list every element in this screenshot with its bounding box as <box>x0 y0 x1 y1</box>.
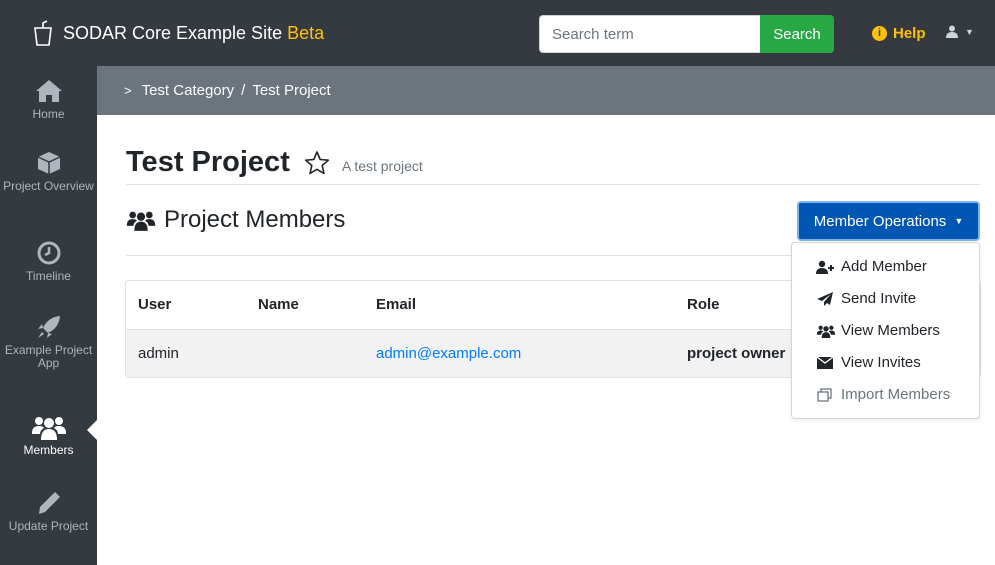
sidebar-item-label: Home <box>32 107 65 121</box>
page-title: Test Project <box>126 146 290 178</box>
breadcrumb-project[interactable]: Test Project <box>252 82 330 99</box>
menu-item-label: Add Member <box>841 258 927 275</box>
sidebar-item-label: Project Overview <box>3 179 94 193</box>
column-header-name: Name <box>258 296 299 313</box>
breadcrumb: > Test Category / Test Project <box>124 82 331 99</box>
breadcrumb-separator: / <box>241 82 246 99</box>
user-plus-icon <box>816 260 834 274</box>
project-description: A test project <box>341 157 423 174</box>
member-operations-button[interactable]: Member Operations ▼ <box>797 201 980 241</box>
info-icon: i <box>872 26 887 41</box>
column-header-role: Role <box>687 296 720 313</box>
sidebar-item-timeline[interactable]: Timeline <box>0 240 97 283</box>
menu-item-view-members[interactable]: View Members <box>816 322 940 339</box>
sidebar-item-label: Timeline <box>26 269 71 283</box>
top-navbar: SODAR Core Example Site Beta Search i He… <box>0 0 995 66</box>
column-header-user: User <box>138 296 172 313</box>
menu-item-view-invites[interactable]: View Invites <box>816 354 921 371</box>
cell-user: admin <box>138 345 179 362</box>
caret-down-icon: ▼ <box>965 26 974 37</box>
site-title: SODAR Core Example Site <box>63 22 283 43</box>
menu-item-label: Send Invite <box>841 290 917 307</box>
divider <box>126 184 980 185</box>
page-header: Test Project A test project <box>126 146 423 179</box>
help-link[interactable]: i Help <box>872 25 926 42</box>
users-icon <box>816 325 836 338</box>
search-input[interactable] <box>539 15 760 53</box>
home-icon <box>35 80 62 102</box>
sidebar: Home Project Overview Timeline Example P… <box>0 66 97 565</box>
chevron-right-icon: > <box>124 83 132 98</box>
star-icon[interactable] <box>304 150 330 176</box>
menu-item-import-members: Import Members <box>816 386 950 403</box>
beta-badge: Beta <box>287 22 325 43</box>
paper-plane-icon <box>817 291 833 306</box>
sidebar-item-update-project[interactable]: Update Project <box>0 490 97 533</box>
copy-icon <box>817 387 832 402</box>
menu-item-add-member[interactable]: Add Member <box>816 258 927 275</box>
menu-item-send-invite[interactable]: Send Invite <box>816 290 916 307</box>
site-brand[interactable]: SODAR Core Example Site Beta <box>33 20 324 46</box>
menu-item-label: Import Members <box>841 386 951 403</box>
sidebar-item-label: Members <box>23 443 74 457</box>
sidebar-item-label: Example Project App <box>4 343 93 370</box>
pencil-icon <box>38 492 60 514</box>
help-label: Help <box>893 25 926 42</box>
sidebar-item-example-project-app[interactable]: Example Project App <box>0 314 97 370</box>
menu-item-label: View Members <box>841 322 940 339</box>
users-icon <box>126 211 156 231</box>
envelope-icon <box>816 355 834 369</box>
caret-down-icon: ▼ <box>954 216 964 226</box>
section-header: Project Members <box>126 206 345 234</box>
member-operations-label: Member Operations <box>813 212 947 230</box>
sidebar-item-members[interactable]: Members <box>0 414 97 457</box>
menu-item-label: View Invites <box>841 354 921 371</box>
breadcrumb-category[interactable]: Test Category <box>142 82 235 99</box>
cube-icon <box>37 152 60 174</box>
cell-email-link[interactable]: admin@example.com <box>376 345 521 362</box>
users-icon <box>31 417 66 440</box>
column-header-email: Email <box>376 296 417 313</box>
search-button[interactable]: Search <box>760 15 834 53</box>
user-menu[interactable]: ▼ <box>946 25 974 38</box>
sidebar-item-project-overview[interactable]: Project Overview <box>0 150 97 193</box>
user-icon <box>946 25 958 38</box>
clock-icon <box>37 241 60 265</box>
rocket-icon <box>37 316 60 338</box>
cup-icon <box>34 20 52 46</box>
member-operations-menu: Add Member Send Invite View Members View… <box>791 242 980 419</box>
breadcrumb-bar: > Test Category / Test Project <box>97 66 995 115</box>
section-title: Project Members <box>164 206 346 233</box>
sidebar-item-home[interactable]: Home <box>0 78 97 121</box>
cell-role: project owner <box>687 345 786 362</box>
sidebar-item-label: Update Project <box>8 519 89 533</box>
active-item-pointer <box>87 420 97 440</box>
